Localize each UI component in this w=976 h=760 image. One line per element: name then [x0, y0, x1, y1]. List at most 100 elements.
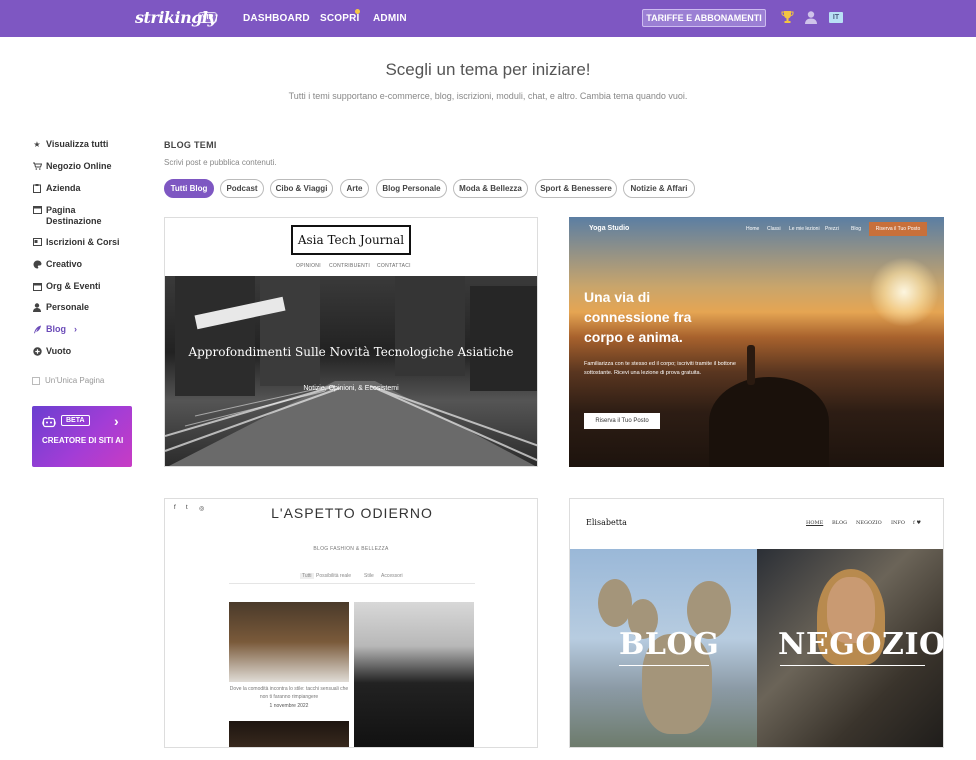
menu-item: f ♥	[913, 520, 921, 526]
plus-circle-icon	[32, 346, 42, 356]
divider	[229, 583, 475, 584]
filter-blog-personale[interactable]: Blog Personale	[376, 179, 447, 198]
post-image-woman	[354, 602, 474, 747]
sidebar-item-personale[interactable]: Personale	[32, 302, 89, 313]
card-headline: Approfondimenti Sulle Novità Tecnologich…	[188, 345, 514, 359]
filter-item: Stile	[364, 573, 374, 579]
city-street-image	[165, 276, 537, 466]
nav-scopri[interactable]: SCOPRI	[320, 13, 360, 24]
menu-item: Classi	[767, 226, 781, 232]
card-tagline: Notizie, Opinioni, & Ecosistemi	[303, 385, 399, 392]
facebook-icon: f	[174, 505, 176, 511]
theme-card-asia-tech-journal[interactable]: Asia Tech Journal OPINIONI CONTRIBUENTI …	[164, 217, 538, 467]
instagram-icon: ◎	[199, 506, 205, 512]
post-date: 1 novembre 2022	[269, 703, 309, 709]
section-subtitle: Scrivi post e pubblica contenuti.	[164, 158, 277, 167]
star-icon: ★	[33, 139, 41, 149]
menu-item: Blog	[851, 226, 862, 232]
filter-item: Tutti	[300, 573, 314, 579]
card-text: Familiarizza con te stesso ed il corpo; …	[584, 361, 736, 376]
nav-dashboard[interactable]: DASHBOARD	[243, 13, 310, 24]
person-icon	[32, 302, 42, 312]
filter-podcast[interactable]: Podcast	[220, 179, 264, 198]
shop-label: NEGOZIO	[778, 627, 944, 662]
sidebar-item-vuoto[interactable]: Vuoto	[32, 346, 71, 357]
filter-notizie-affari[interactable]: Notizie & Affari	[623, 179, 695, 198]
rock-silhouette	[709, 377, 829, 467]
theme-card-elisabetta[interactable]: Elisabetta HOME BLOG NEGOZIO INFO f ♥ BL…	[569, 498, 944, 748]
beta-badge: BETA	[61, 415, 90, 426]
section-title: BLOG TEMI	[164, 140, 217, 150]
blog-label: BLOG	[619, 627, 720, 662]
menu-item: Prezzi	[825, 226, 839, 232]
notification-dot	[355, 9, 360, 14]
city-street-illustration	[165, 276, 537, 466]
card-icon	[32, 237, 42, 247]
blog-subtitle: BLOG FASHION & BELLEZZA	[313, 546, 389, 552]
theme-card-yoga-studio[interactable]: Yoga Studio Home Classi Le mie lezioni P…	[569, 217, 944, 467]
post-image-dark	[229, 721, 349, 747]
language-selector[interactable]: IT	[829, 12, 843, 23]
filter-tutti-blog[interactable]: Tutti Blog	[164, 179, 214, 198]
trophy-icon[interactable]	[781, 10, 794, 25]
menu-item: Le mie lezioni	[789, 226, 820, 232]
twitter-icon: t	[186, 505, 188, 511]
underline	[619, 665, 709, 666]
filter-moda-bellezza[interactable]: Moda & Bellezza	[453, 179, 528, 198]
sidebar-item-creativo[interactable]: Creativo	[32, 259, 82, 270]
sidebar-item-iscrizioni-corsi[interactable]: Iscrizioni & Corsi	[32, 237, 120, 248]
checkbox[interactable]	[32, 376, 40, 385]
post-caption: Dove la comodità incontra lo stile: tacc…	[229, 686, 349, 700]
calendar-icon	[32, 281, 42, 291]
filter-arte[interactable]: Arte	[340, 179, 369, 198]
clipboard-icon	[32, 183, 42, 193]
menu-item: CONTATTACI	[377, 263, 411, 269]
underline	[780, 665, 925, 666]
pricing-button[interactable]: TARIFFE E ABBONAMENTI	[642, 9, 766, 27]
theme-card-aspetto-odierno[interactable]: f t ◎ L'ASPETTO ODIERNO BLOG FASHION & B…	[164, 498, 538, 748]
menu-item: INFO	[891, 520, 905, 526]
user-account-icon[interactable]	[804, 10, 818, 24]
window-icon	[32, 205, 42, 215]
sidebar-item-negozio-online[interactable]: Negozio Online	[32, 161, 112, 172]
sidebar-item-blog[interactable]: Blog ›	[32, 324, 77, 335]
cactus-pad	[598, 579, 632, 627]
sidebar-item-pagina-destinazione[interactable]: Pagina Destinazione	[32, 205, 116, 227]
palette-icon	[32, 259, 42, 269]
card-header: Asia Tech Journal OPINIONI CONTRIBUENTI …	[165, 218, 537, 276]
blog-brand: Elisabetta	[586, 518, 627, 527]
ai-site-builder-card[interactable]: BETA › CREATORE DI SITI AI	[32, 406, 132, 467]
card-headline: Una via di connessione fra corpo e anima…	[584, 289, 692, 345]
page-title: Scegli un tema per iniziare!	[385, 60, 591, 79]
chevron-right-icon: ›	[74, 324, 77, 334]
sidebar-item-org-eventi[interactable]: Org & Eventi	[32, 281, 101, 292]
menu-item: CONTRIBUENTI	[329, 263, 371, 269]
menu-item: NEGOZIO	[856, 520, 882, 526]
filter-cibo-viaggi[interactable]: Cibo & Viaggi	[270, 179, 333, 198]
post-image-shoes	[229, 602, 349, 682]
menu-item: HOME	[806, 520, 824, 526]
filter-item: Accessori	[381, 573, 403, 579]
ai-builder-title: CREATORE DI SITI AI	[42, 436, 124, 445]
blog-title: L'ASPETTO ODIERNO	[271, 505, 433, 521]
robot-icon	[42, 416, 56, 428]
cart-icon	[32, 161, 42, 171]
single-page-checkbox[interactable]: Un'Unica Pagina	[32, 376, 104, 385]
vip-badge: VIP	[198, 12, 218, 23]
nav-admin[interactable]: ADMIN	[373, 13, 407, 24]
quill-icon	[32, 324, 42, 334]
sidebar-item-visualizza-tutti[interactable]: ★ Visualizza tutti	[32, 139, 108, 150]
studio-brand: Yoga Studio	[589, 225, 630, 232]
book-spot-button: Riserva il Tuo Posto	[869, 222, 927, 236]
menu-item: Home	[746, 226, 760, 232]
menu-item: BLOG	[832, 520, 848, 526]
reserve-button: Riserva il Tuo Posto	[584, 413, 660, 429]
filter-sport-benessere[interactable]: Sport & Benessere	[535, 179, 617, 198]
page-subtitle: Tutti i temi supportano e-commerce, blog…	[288, 91, 688, 101]
menu-item: OPINIONI	[296, 263, 321, 269]
journal-logo: Asia Tech Journal	[291, 225, 411, 255]
sidebar-item-azienda[interactable]: Azienda	[32, 183, 81, 194]
top-navigation-bar: strikingly VIP DASHBOARD SCOPRI ADMIN TA…	[0, 0, 976, 37]
sun-glow	[869, 257, 939, 327]
filter-item: Possibilità reale	[316, 573, 352, 579]
